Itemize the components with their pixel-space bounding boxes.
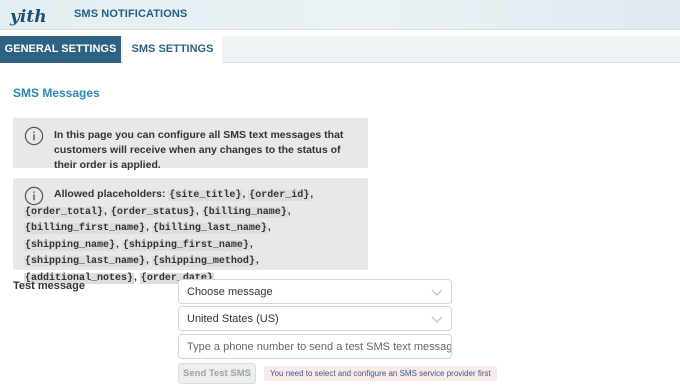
placeholder-code: {billing_name} <box>201 206 288 218</box>
placeholder-code: {order_status} <box>109 206 196 218</box>
placeholder-code: {order_total} <box>24 206 105 218</box>
placeholder-code: {site_title} <box>168 190 243 201</box>
placeholder-code: {order_id} <box>248 190 311 201</box>
tab-general-settings[interactable]: GENERAL SETTINGS <box>0 36 121 63</box>
provider-warning: You need to select and configure an SMS … <box>264 366 497 381</box>
svg-text:yith: yith <box>9 7 47 27</box>
test-message-label: Test message <box>13 280 85 292</box>
plugin-title: SMS NOTIFICATIONS <box>74 8 188 20</box>
yith-logo: yith <box>9 7 47 27</box>
placeholders-text: Allowed placeholders: {site_title}, {ord… <box>24 188 314 284</box>
placeholder-code: {billing_last_name} <box>151 223 268 235</box>
chevron-down-icon <box>431 316 443 323</box>
country-select-value: United States (US) <box>187 313 279 325</box>
placeholders-label: Allowed placeholders: <box>54 188 166 200</box>
message-select-value: Choose message <box>187 286 273 298</box>
country-select[interactable]: United States (US) <box>178 306 452 331</box>
send-test-sms-button[interactable]: Send Test SMS <box>178 363 256 384</box>
info-notice-text: In this page you can configure all SMS t… <box>54 129 344 171</box>
placeholder-code: {shipping_method} <box>151 256 256 268</box>
info-notice: In this page you can configure all SMS t… <box>13 118 368 171</box>
tab-sms-settings[interactable]: SMS SETTINGS <box>123 36 222 64</box>
placeholder-code: {shipping_first_name} <box>121 239 250 251</box>
placeholder-code: {shipping_last_name} <box>24 256 147 268</box>
phone-number-input[interactable] <box>178 334 452 359</box>
placeholders-notice: Allowed placeholders: {site_title}, {ord… <box>13 178 368 284</box>
message-select[interactable]: Choose message <box>178 279 452 304</box>
placeholder-code: {billing_first_name} <box>24 223 147 235</box>
info-circle-icon <box>24 126 44 146</box>
chevron-down-icon <box>431 289 443 296</box>
settings-tabs: GENERAL SETTINGS SMS SETTINGS <box>0 36 680 64</box>
placeholder-code: {shipping_name} <box>24 239 117 251</box>
top-header-bar: yith SMS NOTIFICATIONS <box>0 0 680 30</box>
section-title: SMS Messages <box>13 86 100 100</box>
